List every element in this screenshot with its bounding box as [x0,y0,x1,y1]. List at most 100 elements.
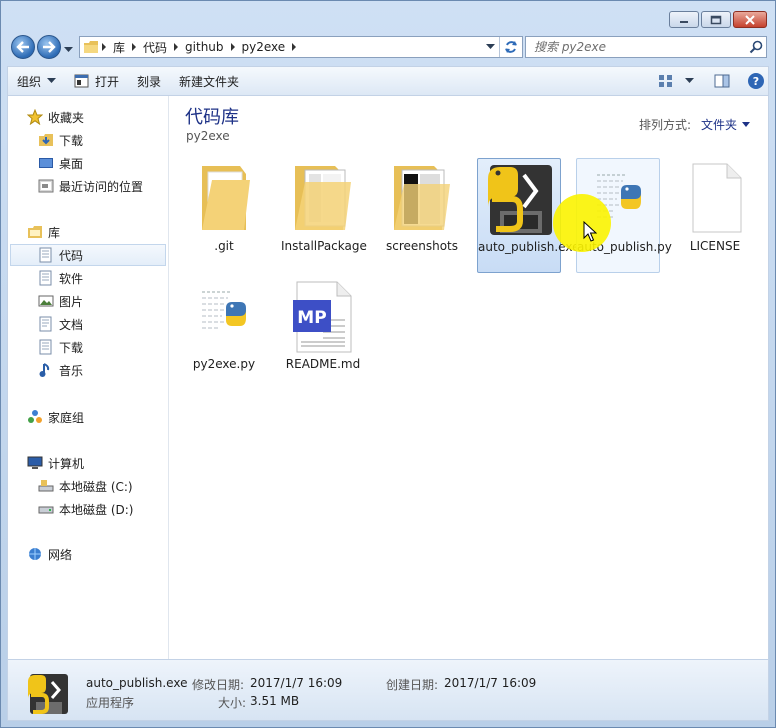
toolbar-right: ? [650,69,768,93]
maximize-button[interactable] [701,11,731,28]
new-folder-button[interactable]: 新建文件夹 [170,68,248,94]
document-library-icon [38,247,54,263]
breadcrumb-separator-icon [102,43,106,51]
file-name: README.md [285,357,361,371]
file-item-installpackage[interactable]: InstallPackage [281,158,367,273]
recent-pages-button[interactable] [64,42,73,56]
nav-favorites[interactable]: 收藏夹 [27,106,84,128]
nav-homegroup[interactable]: 家庭组 [27,406,84,428]
back-button[interactable] [11,35,35,59]
help-button[interactable]: ? [744,69,768,93]
arrange-value-button[interactable]: 文件夹 [701,116,737,133]
breadcrumb-github[interactable]: github [181,37,227,57]
svg-text:MP: MP [297,308,326,328]
nav-item-software[interactable]: 软件 [38,267,83,289]
nav-libraries[interactable]: 库 [27,221,60,243]
address-bar-controls [481,37,522,57]
navigation-pane: 收藏夹 下载 桌面 最近访问的位置 库 代码 软件 图片 文档 下载 音乐 家庭… [8,96,169,659]
nav-item-downloads-fav[interactable]: 下载 [38,129,83,151]
breadcrumb-code[interactable]: 代码 [139,37,171,57]
minimize-button[interactable] [669,11,699,28]
refresh-button[interactable] [499,37,522,57]
address-history-button[interactable] [481,37,499,57]
network-icon [27,546,43,562]
detail-size-value: 3.51 MB [250,694,300,708]
cursor-highlight [553,194,611,252]
library-title: 代码库 [185,107,239,128]
detail-modified-value: 2017/1/7 16:09 [250,676,343,690]
file-name: .git [214,239,234,253]
nav-item-label: 文档 [59,317,84,332]
python-exe-icon [28,674,68,714]
close-button[interactable] [733,11,767,28]
file-item-license[interactable]: LICENSE [673,158,757,273]
detail-size-label: 大小: [218,696,247,710]
breadcrumb-separator-icon[interactable] [129,37,139,57]
computer-icon [27,455,43,471]
nav-item-recent[interactable]: 最近访问的位置 [38,175,143,197]
nav-item-code[interactable]: 代码 [10,244,166,266]
nav-item-pictures[interactable]: 图片 [38,290,83,312]
nav-computer-label: 计算机 [48,456,85,471]
nav-network-label: 网络 [48,547,73,562]
library-subtitle: py2exe [186,129,230,143]
explorer-window: 库 代码 github py2exe 搜索 py2exe 组织 打开 刻录 新建… [0,0,776,728]
breadcrumb-library[interactable]: 库 [109,37,129,57]
file-name: InstallPackage [281,239,367,253]
command-bar: 组织 打开 刻录 新建文件夹 ? [7,66,769,96]
breadcrumb-separator-icon[interactable] [171,37,181,57]
nav-computer[interactable]: 计算机 [27,452,84,474]
search-input[interactable] [532,39,746,55]
file-item-readme-md[interactable]: MP README.md [281,276,365,391]
help-icon: ? [748,73,764,89]
open-button[interactable]: 打开 [65,68,128,94]
view-menu-button[interactable] [682,69,696,93]
breadcrumb-separator-icon[interactable] [289,37,299,57]
chevron-down-icon [64,47,73,52]
breadcrumb-py2exe[interactable]: py2exe [238,37,290,57]
preview-pane-button[interactable] [710,69,734,93]
arrange-label: 排列方式: [638,118,691,132]
documents-icon [38,316,54,332]
nav-item-drive-d[interactable]: 本地磁盘 (D:) [38,498,133,520]
nav-item-downloads[interactable]: 下载 [38,336,83,358]
detail-file-type: 应用程序 [86,696,135,710]
address-bar[interactable]: 库 代码 github py2exe [79,36,523,58]
folder-icon [295,166,351,230]
nav-item-label: 本地磁盘 (C:) [59,479,133,494]
folder-icon [394,166,450,230]
folder-icon [84,41,98,53]
change-view-button[interactable] [654,69,678,93]
search-box[interactable] [525,36,767,58]
nav-item-drive-c[interactable]: 本地磁盘 (C:) [38,475,133,497]
detail-file-name: auto_publish.exe [86,676,188,690]
nav-item-label: 下载 [59,133,84,148]
nav-item-documents[interactable]: 文档 [38,313,83,335]
nav-item-desktop[interactable]: 桌面 [38,152,83,174]
file-item-git[interactable]: .git [182,158,266,273]
nav-network[interactable]: 网络 [27,543,72,565]
file-name: screenshots [385,239,459,253]
recent-places-icon [38,178,54,194]
blank-file-icon [692,163,742,233]
organize-label: 组织 [17,74,42,89]
back-arrow-icon [16,41,29,53]
nav-item-label: 代码 [59,248,84,263]
file-item-screenshots[interactable]: screenshots [380,158,464,273]
caption-buttons [669,11,767,28]
file-item-py2exe-py[interactable]: py2exe.py [182,276,266,391]
search-icon[interactable] [746,37,766,57]
folder-icon [202,166,250,230]
burn-button[interactable]: 刻录 [128,68,170,94]
chevron-down-icon[interactable] [742,122,750,127]
breadcrumb-separator-icon[interactable] [228,37,238,57]
organize-button[interactable]: 组织 [8,68,65,94]
file-item-auto-publish-exe[interactable]: auto_publish.exe [477,158,579,273]
chevron-down-icon [47,78,57,83]
nav-item-label: 软件 [59,271,84,286]
arrange-by: 排列方式: 文件夹 [639,116,750,133]
pictures-icon [38,293,54,309]
nav-libraries-label: 库 [48,225,61,240]
forward-button[interactable] [37,35,61,59]
nav-item-music[interactable]: 音乐 [38,359,83,381]
